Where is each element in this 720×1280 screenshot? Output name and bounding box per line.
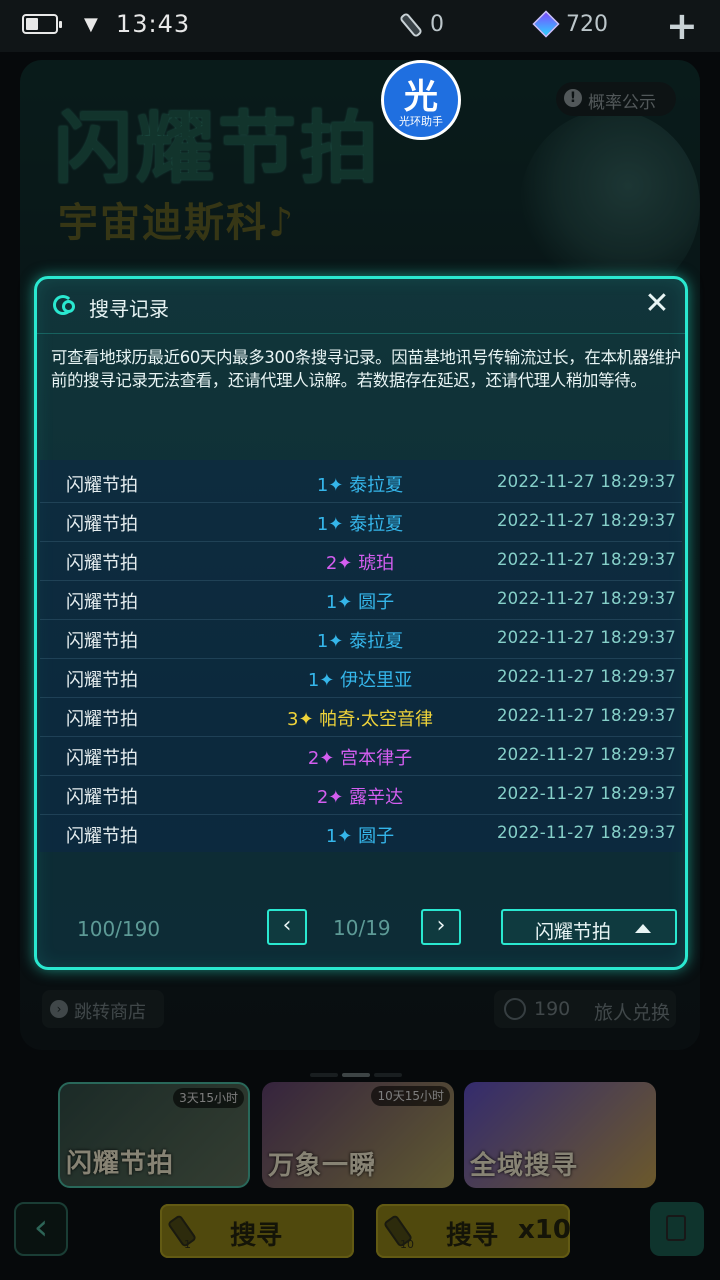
logo-text: 光环助手 xyxy=(399,115,443,128)
table-row: 闪耀节拍 2✦ 琥珀 2022-11-27 18:29:37 xyxy=(40,542,682,581)
dialog-notice: 可查看地球历最近60天内最多300条搜寻记录。因苗基地讯号传输流过长，在本机器维… xyxy=(51,348,681,390)
row-banner: 闪耀节拍 xyxy=(66,826,138,847)
row-time: 2022-11-27 18:29:37 xyxy=(496,706,676,725)
chevron-up-icon xyxy=(635,924,651,933)
crystal-count: 720 xyxy=(566,12,608,37)
record-total: 100/190 xyxy=(77,917,161,941)
page-indicator: 10/19 xyxy=(333,916,391,940)
row-banner: 闪耀节拍 xyxy=(66,553,138,574)
wifi-icon: ▼ xyxy=(84,14,98,35)
row-time: 2022-11-27 18:29:37 xyxy=(496,628,676,647)
row-banner: 闪耀节拍 xyxy=(66,670,138,691)
row-item: 2✦ 宫本律子 xyxy=(307,748,413,769)
row-time: 2022-11-27 18:29:37 xyxy=(496,823,676,842)
ticket-count: 0 xyxy=(430,12,444,37)
row-item: 1✦ 圆子 xyxy=(325,826,395,847)
row-banner: 闪耀节拍 xyxy=(66,748,138,769)
row-banner: 闪耀节拍 xyxy=(66,709,138,730)
table-row: 闪耀节拍 1✦ 圆子 2022-11-27 18:29:37 xyxy=(40,581,682,620)
table-row: 闪耀节拍 3✦ 帕奇·太空音律 2022-11-27 18:29:37 xyxy=(40,698,682,737)
row-banner: 闪耀节拍 xyxy=(66,514,138,535)
row-item: 2✦ 琥珀 xyxy=(325,553,395,574)
logo-char: 光 xyxy=(404,77,438,117)
watermark-logo: 光 光环助手 xyxy=(381,60,461,140)
row-banner: 闪耀节拍 xyxy=(66,787,138,808)
row-item: 1✦ 伊达里亚 xyxy=(307,670,413,691)
table-row: 闪耀节拍 1✦ 泰拉夏 2022-11-27 18:29:37 xyxy=(40,464,682,503)
search-record-dialog: 搜寻记录 ✕ 可查看地球历最近60天内最多300条搜寻记录。因苗基地讯号传输流过… xyxy=(34,276,688,970)
ticket-icon xyxy=(393,7,430,44)
row-time: 2022-11-27 18:29:37 xyxy=(496,550,676,569)
status-bar: ▼ 13:43 0 720 + xyxy=(0,0,720,52)
row-time: 2022-11-27 18:29:37 xyxy=(496,472,676,491)
row-item: 1✦ 泰拉夏 xyxy=(316,475,404,496)
table-row: 闪耀节拍 2✦ 宫本律子 2022-11-27 18:29:37 xyxy=(40,737,682,776)
record-icon xyxy=(53,295,79,317)
add-currency-button[interactable]: + xyxy=(666,4,698,48)
banner-filter-dropdown[interactable]: 闪耀节拍 xyxy=(501,909,677,945)
prev-page-button[interactable]: ‹ xyxy=(267,909,307,945)
row-time: 2022-11-27 18:29:37 xyxy=(496,784,676,803)
row-banner: 闪耀节拍 xyxy=(66,475,138,496)
row-time: 2022-11-27 18:29:37 xyxy=(496,745,676,764)
row-item: 3✦ 帕奇·太空音律 xyxy=(287,709,433,730)
table-row: 闪耀节拍 1✦ 泰拉夏 2022-11-27 18:29:37 xyxy=(40,620,682,659)
table-row: 闪耀节拍 1✦ 圆子 2022-11-27 18:29:37 xyxy=(40,815,682,853)
row-item: 1✦ 圆子 xyxy=(325,592,395,613)
status-time: 13:43 xyxy=(116,10,191,38)
record-table: 闪耀节拍 1✦ 泰拉夏 2022-11-27 18:29:37 闪耀节拍 1✦ … xyxy=(40,460,682,852)
row-time: 2022-11-27 18:29:37 xyxy=(496,589,676,608)
battery-icon xyxy=(22,14,62,34)
row-banner: 闪耀节拍 xyxy=(66,592,138,613)
row-time: 2022-11-27 18:29:37 xyxy=(496,667,676,686)
row-item: 1✦ 泰拉夏 xyxy=(316,514,404,535)
table-row: 闪耀节拍 1✦ 泰拉夏 2022-11-27 18:29:37 xyxy=(40,503,682,542)
filter-label: 闪耀节拍 xyxy=(535,921,612,943)
close-button[interactable]: ✕ xyxy=(641,289,673,321)
dialog-header: 搜寻记录 ✕ xyxy=(37,279,685,334)
row-item: 2✦ 露辛达 xyxy=(316,787,404,808)
next-page-button[interactable]: › xyxy=(421,909,461,945)
table-row: 闪耀节拍 2✦ 露辛达 2022-11-27 18:29:37 xyxy=(40,776,682,815)
crystal-icon xyxy=(532,10,560,38)
row-time: 2022-11-27 18:29:37 xyxy=(496,511,676,530)
row-item: 1✦ 泰拉夏 xyxy=(316,631,404,652)
dialog-title: 搜寻记录 xyxy=(89,297,169,321)
row-banner: 闪耀节拍 xyxy=(66,631,138,652)
table-row: 闪耀节拍 1✦ 伊达里亚 2022-11-27 18:29:37 xyxy=(40,659,682,698)
